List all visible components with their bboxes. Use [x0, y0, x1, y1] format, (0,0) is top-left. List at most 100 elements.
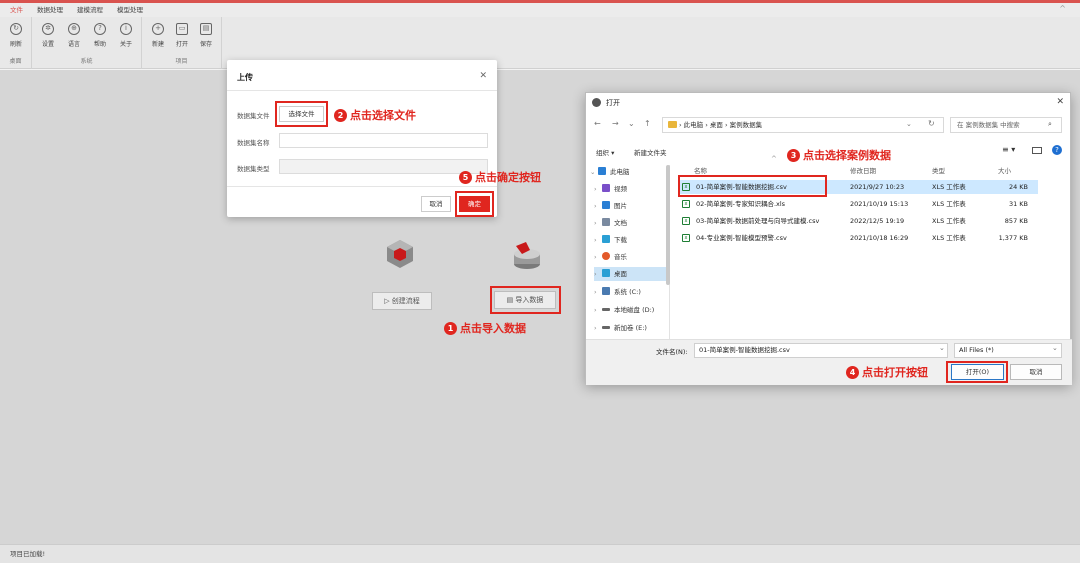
search-icon: ⌕ [1048, 120, 1052, 128]
settings-button[interactable]: ✲ 设置 [36, 23, 60, 48]
cancel-button[interactable]: 取消 [421, 196, 451, 212]
sidebar-item-drive-e[interactable]: › 新加卷 (E:) [594, 321, 647, 335]
create-flow-icon [387, 240, 413, 268]
app-icon [592, 98, 601, 107]
file-row[interactable]: x 04-专业案例-智能模型预警.csv 2021/10/18 16:29 XL… [678, 231, 1038, 245]
drive-icon [602, 287, 610, 295]
document-icon [602, 218, 610, 226]
sidebar-item-drive-c[interactable]: › 系统 (C:) [594, 285, 641, 299]
organize-button[interactable]: 组织 ▾ [596, 147, 614, 157]
help-button[interactable]: ? 帮助 [88, 23, 112, 48]
ribbon-group-project: + 新建 ▭ 打开 ▤ 保存 项目 [142, 17, 222, 69]
column-name[interactable]: 名称 [694, 165, 707, 175]
dataset-file-label: 数据集文件 [237, 112, 270, 120]
open-button[interactable]: 打开(O) [951, 364, 1004, 380]
spreadsheet-icon: x [682, 200, 690, 208]
back-icon[interactable]: ← [594, 119, 601, 128]
menu-file[interactable]: 文件 [10, 3, 23, 17]
sidebar-item-music[interactable]: › 音乐 [594, 250, 627, 264]
about-button[interactable]: i 关于 [114, 23, 138, 48]
upload-dialog-title: 上传 [237, 73, 253, 82]
chevron-down-icon[interactable]: ⌄ [628, 119, 635, 128]
view-options-icon[interactable]: ≡ ▾ [1002, 145, 1015, 154]
annotation-5: 5 点击确定按钮 [459, 169, 541, 185]
status-bar: 项目已加载! [0, 544, 1080, 563]
video-icon [602, 184, 610, 192]
refresh-button[interactable]: ↻ 刷新 [4, 23, 28, 48]
sidebar-item-videos[interactable]: › 视频 [594, 182, 627, 196]
dataset-name-input[interactable] [279, 133, 488, 148]
annotation-2: 2 点击选择文件 [334, 107, 416, 123]
menu-bar: 文件 数据处理 建模流程 模型处理 [0, 0, 1080, 17]
save-icon: ▤ [200, 23, 212, 35]
music-icon [602, 252, 610, 260]
sidebar-item-desktop[interactable]: › 桌面 [594, 267, 666, 281]
menu-modeling-flow[interactable]: 建模流程 [77, 3, 103, 17]
dataset-type-input[interactable] [279, 159, 488, 174]
open-dialog-footer: 文件名(N): 01-简单案例-智能数据挖掘.csv ⌄ All Files (… [586, 339, 1072, 385]
search-input[interactable]: 在 案例数据集 中搜索 [950, 117, 1062, 133]
column-size[interactable]: 大小 [998, 165, 1011, 175]
help-icon[interactable]: ? [1052, 145, 1062, 155]
annotation-3: 3 点击选择案例数据 [787, 147, 891, 163]
chevron-down-icon[interactable]: ⌄ [1052, 344, 1058, 352]
open-dialog-header: 打开 ✕ [586, 93, 1072, 113]
annotation-1: 1 点击导入数据 [444, 320, 526, 336]
drive-icon [602, 308, 610, 311]
file-row[interactable]: x 02-简单案例-专家知识耦合.xls 2021/10/19 15:13 XL… [678, 197, 1038, 211]
sort-chevron-icon: ^ [771, 155, 777, 163]
info-icon: i [120, 23, 132, 35]
menu-model-processing[interactable]: 模型处理 [117, 3, 143, 17]
spreadsheet-icon: x [682, 217, 690, 225]
dataset-type-label: 数据集类型 [237, 165, 270, 173]
open-project-button[interactable]: ▭ 打开 [170, 23, 194, 48]
folder-icon [668, 121, 677, 128]
navigation-pane: ⌄ 此电脑 › 视频 › 图片 › 文档 › 下载 › 音乐 › 桌面 › 系统 (C:) › 本… [586, 165, 670, 339]
filename-label: 文件名(N): [656, 348, 688, 356]
sidebar-item-drive-d[interactable]: › 本地磁盘 (D:) [594, 303, 654, 317]
address-bar[interactable]: › 此电脑 › 桌面 › 案例数据集 [662, 117, 944, 133]
column-type[interactable]: 类型 [932, 165, 945, 175]
up-icon[interactable]: ↑ [644, 119, 651, 128]
sidebar-item-pictures[interactable]: › 图片 [594, 199, 627, 213]
create-flow-button[interactable]: ▷ 创建流程 [372, 292, 432, 310]
save-project-button[interactable]: ▤ 保存 [194, 23, 218, 48]
sidebar-item-this-pc[interactable]: ⌄ 此电脑 [590, 165, 630, 179]
dataset-name-label: 数据集名称 [237, 139, 270, 147]
language-button[interactable]: ⊕ 语言 [62, 23, 86, 48]
globe-icon: ⊕ [68, 23, 80, 35]
open-file-dialog: 打开 ✕ ← → ⌄ ↑ › 此电脑 › 桌面 › 案例数据集 ⌄ ↻ 在 案例… [585, 92, 1072, 385]
close-icon[interactable]: ✕ [1056, 97, 1064, 107]
divider [227, 186, 497, 187]
confirm-button[interactable]: 确定 [459, 196, 490, 212]
sidebar-item-documents[interactable]: › 文档 [594, 216, 627, 230]
upload-dialog: 上传 ✕ 数据集文件 选择文件 数据集名称 数据集类型 取消 确定 [227, 60, 497, 217]
preview-pane-icon[interactable] [1032, 147, 1042, 154]
chevron-down-icon[interactable]: ⌄ [939, 344, 945, 352]
filename-input[interactable]: 01-简单案例-智能数据挖掘.csv [694, 343, 948, 358]
collapse-ribbon-icon[interactable]: ^ [1059, 4, 1066, 13]
new-folder-button[interactable]: 新建文件夹 [634, 147, 667, 157]
ribbon-group-label: 项目 [175, 58, 188, 65]
refresh-icon[interactable]: ↻ [928, 119, 935, 128]
import-data-button[interactable]: ▤ 导入数据 [494, 291, 556, 309]
file-type-select[interactable]: All Files (*) [954, 343, 1062, 358]
forward-icon[interactable]: → [612, 119, 619, 128]
menu-data-processing[interactable]: 数据处理 [37, 3, 63, 17]
choose-file-button[interactable]: 选择文件 [279, 106, 324, 122]
new-project-button[interactable]: + 新建 [146, 23, 170, 48]
sidebar-item-downloads[interactable]: › 下载 [594, 233, 627, 247]
spreadsheet-icon: x [682, 234, 690, 242]
ribbon-group-system: ✲ 设置 ⊕ 语言 ? 帮助 i 关于 系统 [32, 17, 142, 69]
column-date[interactable]: 修改日期 [850, 165, 876, 175]
plus-icon: + [152, 23, 164, 35]
file-row[interactable]: x 03-简单案例-数据前处理与向导式建模.csv 2022/12/5 19:1… [678, 214, 1038, 228]
desktop-icon [602, 269, 610, 277]
sidebar-scrollbar[interactable] [666, 165, 670, 285]
ribbon-group-desktop: ↻ 刷新 桌面 [0, 17, 32, 69]
close-icon[interactable]: ✕ [479, 71, 487, 81]
highlight-file-selection [678, 175, 827, 197]
cancel-button[interactable]: 取消 [1010, 364, 1062, 380]
chevron-down-icon[interactable]: ⌄ [906, 120, 912, 128]
picture-icon [602, 201, 610, 209]
